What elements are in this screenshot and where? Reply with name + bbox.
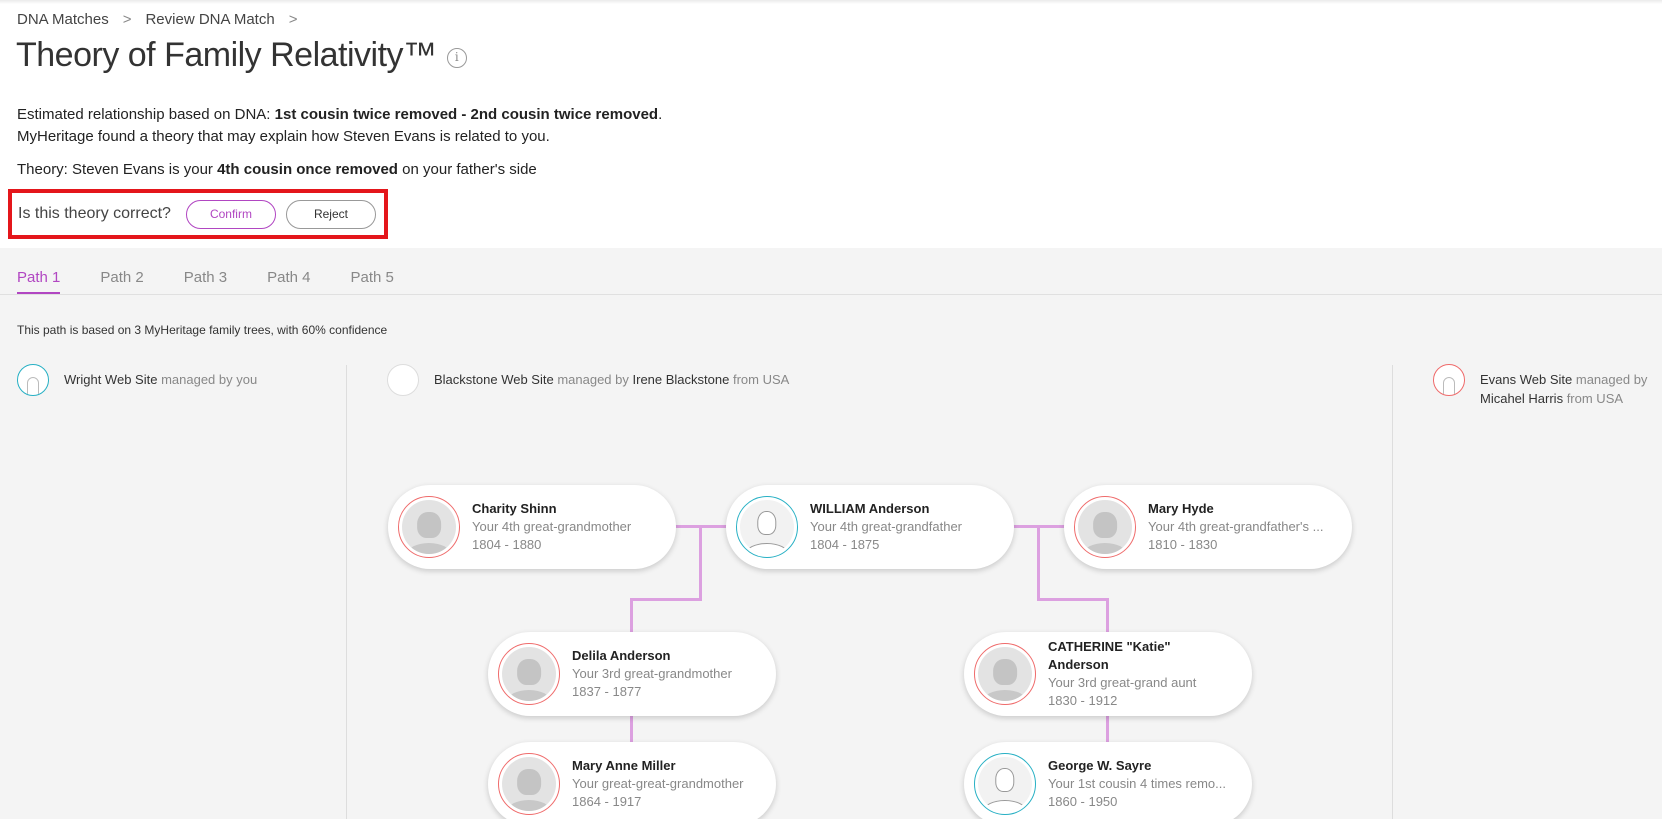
person-card[interactable]: Charity Shinn Your 4th great-grandmother…	[388, 485, 676, 569]
site-managed: managed by	[553, 372, 633, 387]
estimate-prefix: Estimated relationship based on DNA:	[17, 106, 275, 123]
confirm-question: Is this theory correct?	[18, 205, 171, 222]
tab-path-2[interactable]: Path 2	[100, 269, 143, 294]
female-avatar	[498, 753, 560, 815]
female-avatar	[974, 643, 1036, 705]
female-avatar	[498, 643, 560, 705]
theory-prefix: Theory: Steven Evans is your	[17, 161, 218, 178]
top-shadow	[0, 0, 1662, 4]
person-card[interactable]: Delila Anderson Your 3rd great-grandmoth…	[488, 632, 776, 716]
person-name: WILLIAM Anderson	[810, 501, 930, 516]
theory-text: Theory: Steven Evans is your 4th cousin …	[17, 161, 537, 178]
connector-line	[630, 598, 633, 632]
person-name: CATHERINE "Katie" Anderson	[1048, 639, 1171, 672]
path-tabs: Path 1 Path 2 Path 3 Path 4 Path 5	[17, 269, 434, 294]
person-years: 1804 - 1880	[472, 537, 542, 552]
person-relation: Your 1st cousin 4 times remo...	[1048, 776, 1226, 791]
user-icon	[1443, 377, 1455, 395]
site-owner[interactable]: Micahel Harris	[1480, 391, 1563, 406]
male-avatar	[736, 496, 798, 558]
tab-path-5[interactable]: Path 5	[351, 269, 394, 294]
estimate-text: Estimated relationship based on DNA: 1st…	[17, 104, 662, 148]
site-managed: managed by	[1572, 372, 1648, 387]
page-title-row: Theory of Family Relativity™ i	[16, 36, 467, 75]
person-relation: Your 4th great-grandfather's ...	[1148, 519, 1324, 534]
user-avatar	[1433, 364, 1465, 396]
connector-line	[630, 598, 702, 601]
person-years: 1830 - 1912	[1048, 693, 1118, 708]
person-name: Mary Anne Miller	[572, 758, 676, 773]
site-name[interactable]: Wright Web Site	[64, 372, 157, 387]
person-name: George W. Sayre	[1048, 758, 1152, 773]
reject-button[interactable]: Reject	[285, 199, 376, 229]
site-managed: managed by you	[157, 372, 258, 387]
person-years: 1804 - 1875	[810, 537, 880, 552]
tab-path-4[interactable]: Path 4	[267, 269, 310, 294]
breadcrumb-review-dna-match[interactable]: Review DNA Match	[145, 11, 274, 28]
person-name: Mary Hyde	[1148, 501, 1214, 516]
tab-path-1[interactable]: Path 1	[17, 269, 61, 294]
page-title: Theory of Family Relativity™	[16, 36, 437, 74]
connector-line	[1037, 598, 1109, 601]
female-avatar	[1074, 496, 1136, 558]
column-divider	[1392, 365, 1393, 819]
confirm-button[interactable]: Confirm	[185, 199, 276, 229]
person-relation: Your great-great-grandmother	[572, 776, 744, 791]
site-name[interactable]: Blackstone Web Site	[434, 372, 554, 387]
connector-line	[630, 716, 633, 742]
breadcrumb-separator: >	[122, 11, 132, 28]
site-from: from USA	[1563, 391, 1624, 406]
site-evans: Evans Web Site managed by Micahel Harris…	[1433, 364, 1662, 408]
connector-line	[699, 525, 702, 601]
theory-confirm-box: Is this theory correct? Confirm Reject	[8, 189, 388, 239]
breadcrumb: DNA Matches > Review DNA Match >	[17, 11, 297, 28]
user-avatar	[17, 364, 49, 396]
tab-path-3[interactable]: Path 3	[184, 269, 227, 294]
estimate-suffix: .	[658, 106, 663, 123]
theory-value: 4th cousin once removed	[217, 161, 398, 178]
connector-line	[1106, 716, 1109, 742]
site-from: from USA	[729, 372, 790, 387]
person-relation: Your 3rd great-grand aunt	[1048, 675, 1197, 690]
tabs-divider	[0, 294, 1662, 295]
person-card[interactable]: Mary Hyde Your 4th great-grandfather's .…	[1064, 485, 1352, 569]
person-years: 1860 - 1950	[1048, 794, 1118, 809]
site-blackstone: Blackstone Web Site managed by Irene Bla…	[387, 364, 789, 396]
person-card[interactable]: George W. Sayre Your 1st cousin 4 times …	[964, 742, 1252, 819]
person-relation: Your 4th great-grandmother	[472, 519, 632, 534]
person-years: 1810 - 1830	[1148, 537, 1218, 552]
male-avatar	[974, 753, 1036, 815]
site-wright: Wright Web Site managed by you	[17, 364, 257, 396]
connector-line	[1106, 598, 1109, 632]
site-owner[interactable]: Irene Blackstone	[633, 372, 730, 387]
site-name[interactable]: Evans Web Site	[1480, 372, 1572, 387]
person-years: 1837 - 1877	[572, 684, 642, 699]
person-years: 1864 - 1917	[572, 794, 642, 809]
person-card[interactable]: CATHERINE "Katie" Anderson Your 3rd grea…	[964, 632, 1252, 716]
breadcrumb-separator: >	[288, 11, 298, 28]
column-divider	[346, 365, 347, 819]
breadcrumb-dna-matches[interactable]: DNA Matches	[17, 11, 109, 28]
person-relation: Your 4th great-grandfather	[810, 519, 963, 534]
estimate-value: 1st cousin twice removed - 2nd cousin tw…	[274, 106, 659, 123]
connector-line	[1037, 525, 1040, 601]
female-avatar	[398, 496, 460, 558]
person-name: Delila Anderson	[572, 648, 671, 663]
person-relation: Your 3rd great-grandmother	[572, 666, 732, 681]
user-icon	[27, 377, 39, 395]
estimate-line2: MyHeritage found a theory that may expla…	[17, 128, 550, 145]
person-name: Charity Shinn	[472, 501, 557, 516]
person-card[interactable]: WILLIAM Anderson Your 4th great-grandfat…	[726, 485, 1014, 569]
theory-suffix: on your father's side	[397, 161, 537, 178]
person-card[interactable]: Mary Anne Miller Your great-great-grandm…	[488, 742, 776, 819]
path-note: This path is based on 3 MyHeritage famil…	[17, 323, 388, 337]
info-icon[interactable]: i	[446, 47, 467, 68]
user-avatar	[387, 364, 419, 396]
